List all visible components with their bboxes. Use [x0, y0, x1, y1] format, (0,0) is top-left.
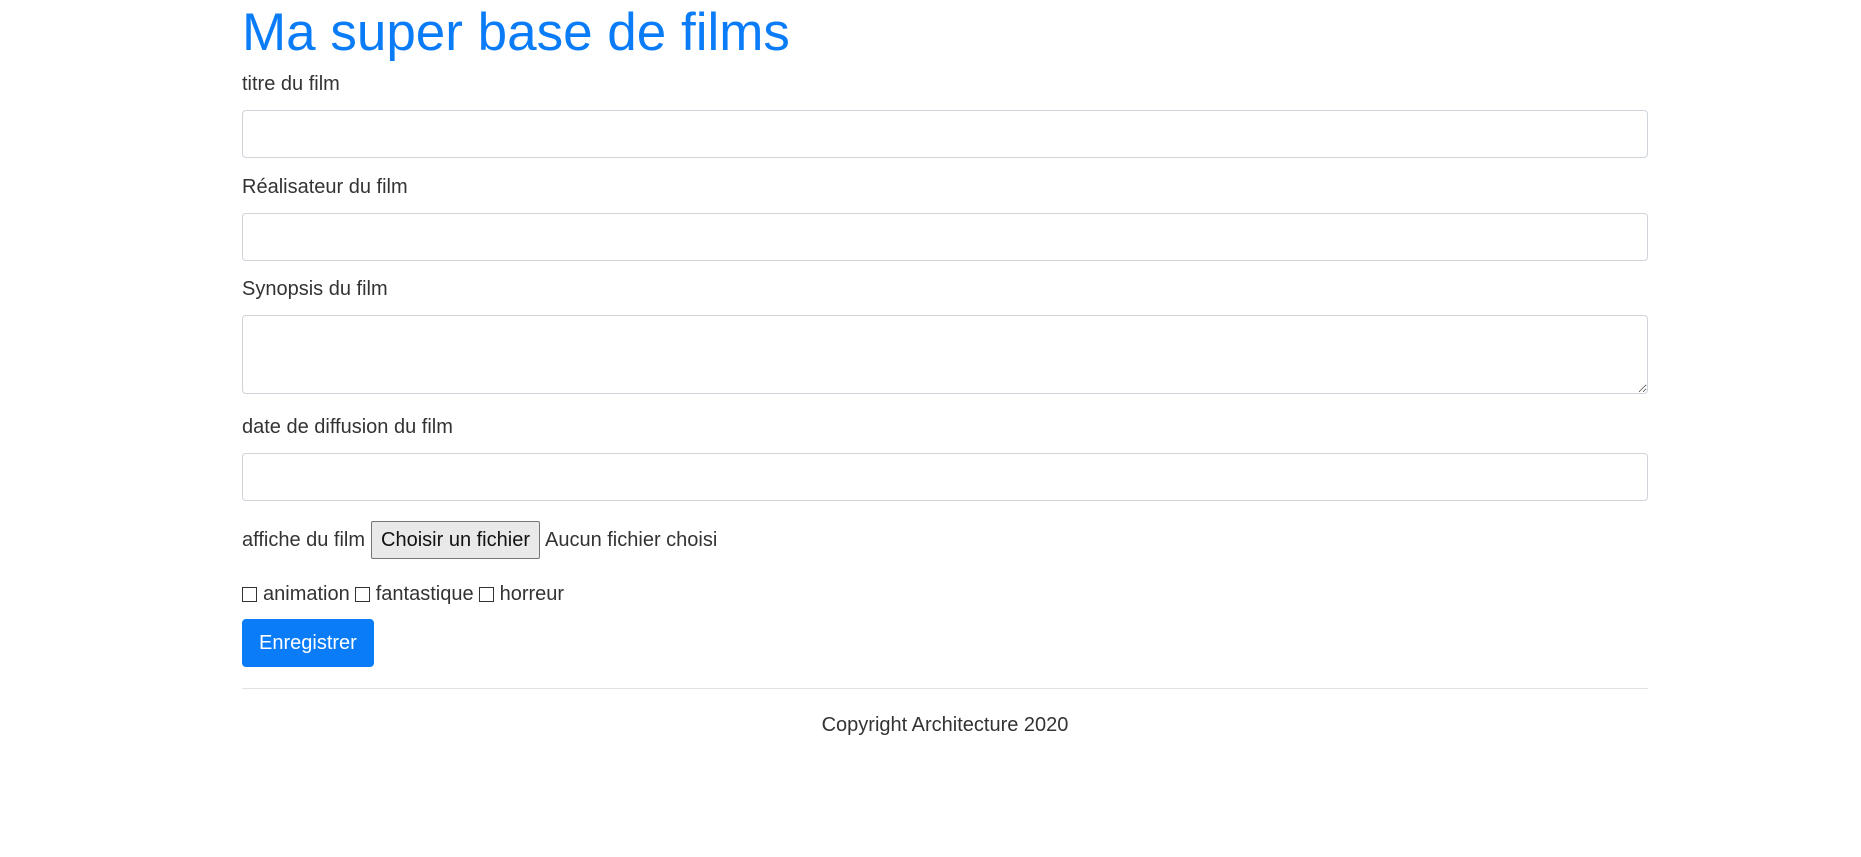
realisateur-input[interactable]: [242, 213, 1648, 261]
titre-label: titre du film: [242, 73, 340, 95]
checkbox-animation-label: animation: [263, 582, 350, 605]
footer-copyright: Copyright Architecture 2020: [821, 714, 1069, 736]
affiche-row: affiche du film Choisir un fichier Aucun…: [242, 520, 1648, 560]
titre-input[interactable]: [242, 110, 1648, 158]
choose-file-button[interactable]: Choisir un fichier: [371, 521, 540, 559]
checkbox-fantastique[interactable]: fantastique: [354, 582, 474, 606]
date-label: date de diffusion du film: [242, 416, 453, 438]
genre-checkboxes: animation fantastique horreur: [242, 580, 1648, 608]
affiche-label: affiche du film: [242, 528, 366, 551]
checkbox-horreur-box[interactable]: [478, 586, 494, 602]
synopsis-group: Synopsis du film: [242, 277, 1648, 394]
page-title: Ma super base de films: [242, 3, 790, 62]
checkbox-fantastique-box[interactable]: [354, 586, 370, 602]
synopsis-label: Synopsis du film: [242, 278, 388, 300]
checkbox-animation[interactable]: animation: [242, 583, 350, 606]
date-input[interactable]: [242, 453, 1648, 501]
checkbox-fantastique-label: fantastique: [375, 582, 474, 605]
checkbox-animation-box[interactable]: [242, 586, 257, 602]
enregistrer-button[interactable]: Enregistrer: [242, 619, 374, 667]
realisateur-label: Réalisateur du film: [242, 176, 408, 198]
footer-divider: [242, 688, 1648, 689]
realisateur-group: Réalisateur du film: [242, 175, 1648, 261]
synopsis-textarea[interactable]: [242, 315, 1648, 394]
checkbox-horreur[interactable]: horreur: [478, 582, 565, 606]
file-status: Aucun fichier choisi: [544, 528, 718, 551]
titre-group: titre du film: [242, 72, 1648, 158]
submit-wrapper: Enregistrer: [242, 619, 1648, 667]
checkbox-horreur-label: horreur: [499, 582, 565, 605]
page-container: Ma super base de films titre du film Réa…: [242, 0, 1648, 737]
date-group: date de diffusion du film: [242, 415, 1648, 501]
